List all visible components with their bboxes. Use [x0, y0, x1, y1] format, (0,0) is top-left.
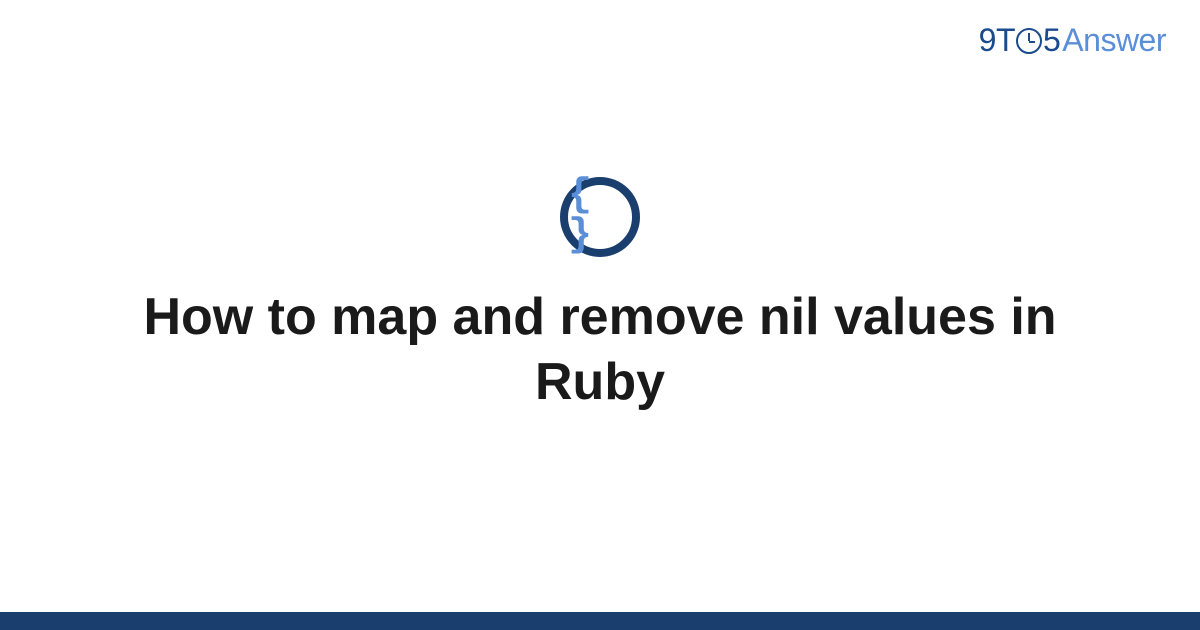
brand-text-5: 5	[1043, 22, 1060, 59]
main-content: { } How to map and remove nil values in …	[0, 177, 1200, 415]
page-title: How to map and remove nil values in Ruby	[75, 285, 1125, 415]
brand-text-9t: 9T	[979, 22, 1015, 59]
site-brand: 9T 5 Answer	[979, 22, 1166, 59]
brand-text-answer: Answer	[1062, 22, 1166, 59]
clock-icon	[1016, 28, 1042, 54]
footer-accent-bar	[0, 612, 1200, 630]
code-braces-icon: { }	[568, 176, 632, 256]
category-badge: { }	[560, 177, 640, 257]
